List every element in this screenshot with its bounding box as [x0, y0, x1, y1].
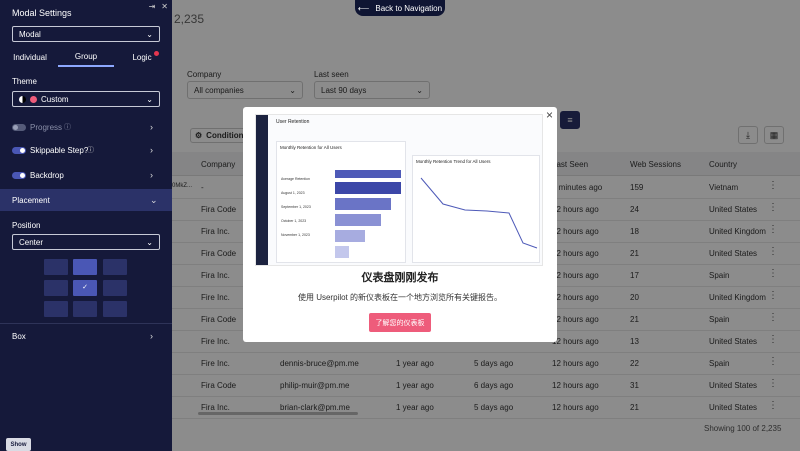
preview-row-label: Average Retention [281, 177, 310, 181]
theme-label: Theme [12, 77, 37, 86]
arrow-left-icon: ⟵ [357, 3, 370, 13]
modal-settings-panel: Modal Settings ⇥ ✕ Modal ⌄ Individual Gro… [0, 0, 172, 451]
position-value: Center [19, 237, 44, 247]
theme-swatch-icon [19, 95, 26, 103]
position-top-left[interactable] [44, 259, 68, 275]
dashboard-preview-image: User Retention Monthly Retention for All… [255, 114, 543, 266]
close-icon[interactable]: ✕ [161, 2, 168, 11]
box-label: Box [12, 331, 26, 341]
position-middle-left[interactable] [44, 280, 68, 296]
progress-toggle[interactable] [12, 123, 26, 131]
collapse-icon[interactable]: ⇥ [149, 2, 156, 11]
preview-row-label: August 1, 2023 [281, 191, 305, 195]
chevron-down-icon: ⌄ [146, 29, 153, 39]
modal-title: 仪表盘刚刚发布 [361, 272, 439, 284]
chevron-right-icon: › [150, 145, 153, 155]
modal-description: 使用 Userpilot 的新仪表板在一个地方浏览所有关键报告。 [297, 293, 502, 302]
check-icon: ✓ [82, 284, 88, 291]
position-grid: ✓ [44, 259, 128, 320]
progress-label: Progress [30, 122, 63, 132]
back-label: Back to Navigation [375, 3, 443, 13]
chevron-down-icon: ⌄ [150, 194, 158, 205]
position-top-center[interactable] [73, 259, 97, 275]
box-section[interactable]: Box › [0, 326, 172, 346]
logic-alert-dot [154, 51, 159, 56]
theme-select[interactable]: Custom ⌄ [12, 91, 160, 107]
skippable-toggle[interactable] [12, 146, 26, 154]
preview-card-left: Monthly Retention for All Users Average … [276, 141, 406, 263]
theme-color-icon [30, 95, 37, 103]
back-to-navigation-button[interactable]: ⟵ Back to Navigation [355, 0, 445, 16]
chevron-down-icon: ⌄ [146, 237, 153, 247]
preview-card-right: Monthly Retention Trend for All Users [412, 155, 540, 263]
preview-row-label: November 1, 2023 [281, 233, 310, 237]
progress-row[interactable]: Progress ⓘ › [0, 117, 172, 137]
skippable-label: Skippable Step? [30, 145, 89, 155]
panel-title: Modal Settings [12, 8, 72, 18]
preview-row-label: September 1, 2023 [281, 205, 311, 209]
info-icon: ⓘ [87, 147, 94, 154]
position-label: Position [12, 221, 41, 230]
info-icon: ⓘ [64, 124, 71, 131]
position-center[interactable]: ✓ [73, 280, 97, 296]
preview-row-labels: Average Retention August 1, 2023 Septemb… [281, 172, 331, 242]
preview-sidebar [256, 115, 268, 265]
skippable-row[interactable]: Skippable Step? ⓘ › [0, 140, 172, 160]
backdrop-row[interactable]: Backdrop › [0, 165, 172, 185]
show-button[interactable]: Show [6, 438, 31, 451]
preview-card-left-title: Monthly Retention for All Users [280, 145, 342, 150]
tab-group[interactable]: Group [58, 48, 114, 67]
position-middle-right[interactable] [103, 280, 127, 296]
chevron-right-icon: › [150, 331, 153, 341]
learn-dashboard-button[interactable]: 了解您的仪表板 [369, 313, 431, 332]
theme-value: Custom [41, 94, 69, 104]
preview-card-right-title: Monthly Retention Trend for All Users [416, 159, 491, 164]
announcement-modal: × User Retention Monthly Retention for A… [243, 107, 557, 342]
close-icon[interactable]: × [546, 108, 553, 122]
position-bottom-left[interactable] [44, 301, 68, 317]
placement-section[interactable]: Placement ⌄ [0, 189, 172, 211]
preview-title: User Retention [276, 119, 310, 125]
modal-type-select[interactable]: Modal ⌄ [12, 26, 160, 42]
preview-row-label: October 1, 2023 [281, 219, 307, 223]
placement-label: Placement [12, 195, 50, 205]
position-select[interactable]: Center ⌄ [12, 234, 160, 250]
retention-trend-line [420, 177, 538, 249]
tab-individual[interactable]: Individual [12, 48, 48, 67]
position-bottom-right[interactable] [103, 301, 127, 317]
backdrop-label: Backdrop [30, 170, 64, 180]
settings-tabs: Individual Group Logic [0, 48, 172, 67]
modal-type-value: Modal [19, 29, 41, 39]
chevron-right-icon: › [150, 170, 153, 180]
divider [0, 323, 172, 324]
position-top-right[interactable] [103, 259, 127, 275]
chevron-down-icon: ⌄ [146, 94, 153, 104]
position-bottom-center[interactable] [73, 301, 97, 317]
chevron-right-icon: › [150, 122, 153, 132]
backdrop-toggle[interactable] [12, 171, 26, 179]
